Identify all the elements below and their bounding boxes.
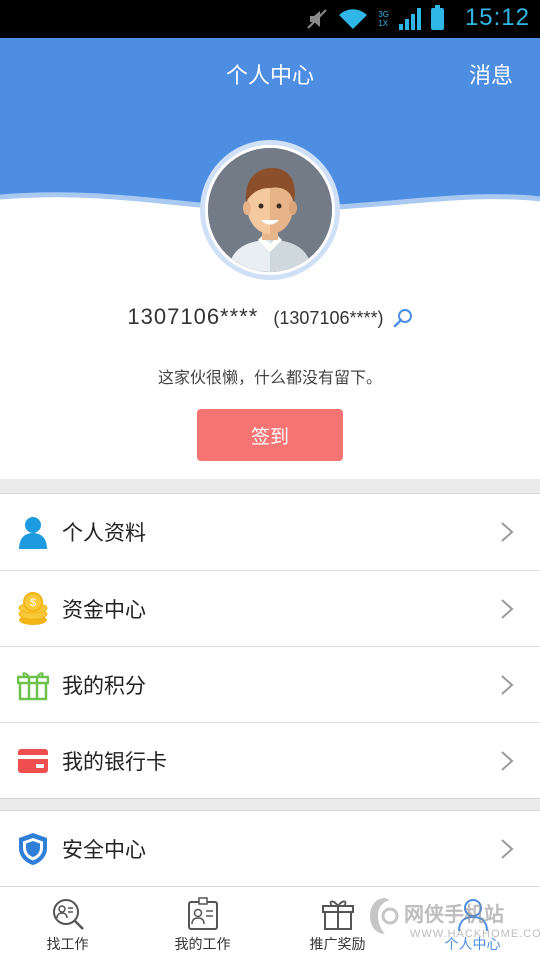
menu-item-funds[interactable]: $ 资金中心 — [0, 570, 540, 646]
bank-card-icon — [16, 744, 50, 778]
chevron-right-icon — [501, 750, 514, 771]
coins-icon: $ — [16, 591, 50, 626]
tab-personal-center[interactable]: 个人中心 — [405, 887, 540, 960]
chevron-right-icon — [501, 522, 514, 542]
messages-button[interactable]: 消息 — [469, 58, 513, 90]
menu-item-points[interactable]: 我的积分 — [0, 646, 540, 722]
status-icons: 3G 1X — [306, 5, 444, 32]
gift-icon — [16, 668, 50, 702]
menu-group-security: 安全中心 — [0, 810, 540, 888]
menu-item-label: 我的积分 — [62, 673, 146, 698]
tab-promotion-reward[interactable]: 推广奖励 — [270, 887, 405, 960]
tab-label: 个人中心 — [444, 937, 501, 953]
svg-text:$: $ — [30, 597, 36, 609]
badge-icon — [187, 897, 218, 930]
menu-item-label: 我的银行卡 — [62, 749, 167, 774]
edit-icon[interactable] — [393, 308, 413, 332]
menu-item-label: 安全中心 — [62, 838, 146, 862]
battery-icon — [431, 5, 444, 30]
account-number: (1307106****) — [273, 308, 384, 328]
username-row: 1307106**** (1307106****) — [0, 304, 540, 332]
tab-label: 我的工作 — [174, 937, 231, 953]
avatar-person-icon — [208, 148, 332, 272]
wifi-icon — [339, 9, 368, 30]
chevron-right-icon — [501, 598, 514, 619]
menu-item-bank-card[interactable]: 我的银行卡 — [0, 722, 540, 798]
checkin-button[interactable]: 签到 — [197, 409, 343, 461]
search-person-icon — [52, 899, 84, 930]
mute-icon — [307, 9, 328, 29]
menu-item-label: 资金中心 — [62, 597, 146, 622]
signature-text: 这家伙很懒，什么都没有留下。 — [157, 368, 382, 387]
chevron-right-icon — [501, 674, 514, 695]
tab-my-job[interactable]: 我的工作 — [135, 887, 270, 960]
signal-icon — [399, 8, 421, 30]
shield-icon — [16, 832, 50, 866]
username: 1307106**** — [127, 304, 259, 329]
bottom-tab-bar: 找工作 我的工作 推广奖励 个人中心 — [0, 886, 540, 960]
chevron-right-icon — [501, 839, 514, 859]
menu-item-label: 个人资料 — [62, 521, 146, 545]
tab-label: 找工作 — [46, 937, 89, 953]
person-outline-icon — [457, 899, 488, 931]
menu-item-profile[interactable]: 个人资料 — [0, 494, 540, 570]
status-bar: 3G 1X 15:12 — [0, 0, 540, 38]
person-icon — [16, 515, 50, 549]
menu-group-account: 个人资料 $ 资金中心 我的积分 我的银行卡 — [0, 493, 540, 799]
status-time: 15:12 — [464, 4, 530, 31]
gift-icon — [321, 900, 354, 930]
tab-label: 推广奖励 — [309, 937, 366, 953]
avatar[interactable] — [205, 145, 335, 275]
network-type: 3G 1X — [378, 10, 389, 28]
menu-item-security[interactable]: 安全中心 — [0, 811, 540, 887]
tab-find-job[interactable]: 找工作 — [0, 887, 135, 960]
page-title: 个人中心 — [225, 64, 314, 89]
